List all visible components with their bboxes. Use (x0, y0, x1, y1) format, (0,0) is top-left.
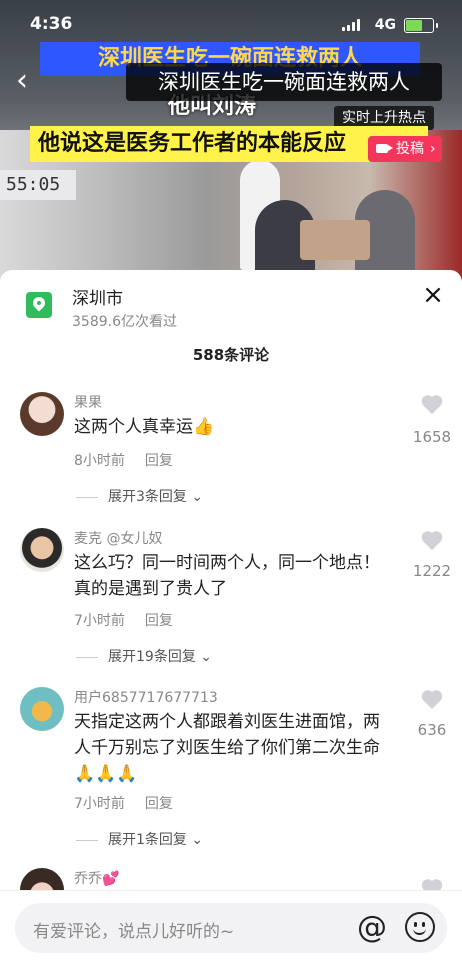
comment-input[interactable]: 有爱评论，说点儿好听的~ @ (15, 903, 447, 953)
like-count: 1658 (412, 428, 452, 446)
comment-username[interactable]: 用户6857717677713 (74, 687, 218, 707)
chevron-down-icon: ⌄ (186, 832, 204, 848)
expand-replies-label: 展开1条回复 (108, 832, 187, 848)
heart-icon[interactable] (421, 691, 443, 711)
comment-input-bar: 有爱评论，说点儿好听的~ @ (0, 890, 462, 973)
expand-replies[interactable]: 展开3条回复 ⌄ (76, 486, 203, 506)
comment-meta: 8小时前 回复 (74, 450, 173, 470)
comment-time: 7小时前 (74, 613, 125, 629)
network-type: 4G (374, 17, 396, 33)
comment-username[interactable]: 乔乔💕 (74, 868, 119, 888)
comment-username[interactable]: 果果 (74, 392, 102, 412)
expand-replies[interactable]: 展开19条回复 ⌄ (76, 646, 212, 666)
camera-icon (376, 144, 393, 153)
expand-replies-label: 展开19条回复 (108, 649, 196, 665)
battery-icon (404, 18, 438, 33)
emoji-icon[interactable] (405, 912, 435, 942)
post-button[interactable]: 投稿 › (368, 136, 442, 162)
like-count: 1222 (412, 562, 452, 580)
close-icon[interactable]: × (420, 282, 446, 308)
comment-time: 7小时前 (74, 796, 125, 812)
reply-button[interactable]: 回复 (145, 613, 173, 629)
status-bar: 4:36 4G (0, 0, 462, 44)
comment-meta: 7小时前 回复 (74, 610, 173, 630)
heart-icon[interactable] (421, 396, 443, 416)
back-icon[interactable]: ‹ (16, 64, 46, 98)
comment-text: 这么巧？同一时间两个人，同一个地点！真的是遇到了贵人了 (74, 553, 380, 599)
chevron-right-icon: › (430, 141, 436, 157)
comment-text: 天指定这两个人都跟着刘医生进面馆，两人千万别忘了刘医生给了你们第二次生命🙏🙏🙏 (74, 712, 380, 784)
expand-replies-label: 展开3条回复 (108, 489, 187, 505)
video-title: 深圳医生吃一碗面连救两人 (126, 63, 442, 101)
comment-count: 588条评论 (192, 346, 270, 364)
location-views: 3589.6亿次看过 (72, 314, 177, 330)
comment-username[interactable]: 麦克 @女儿奴 (74, 528, 162, 548)
chevron-down-icon: ⌄ (186, 489, 204, 505)
wall-clock: 55:05 (0, 170, 76, 200)
comment-text: 这两个人真幸运👍 (74, 417, 215, 437)
avatar[interactable] (20, 687, 64, 731)
heart-icon[interactable] (421, 532, 443, 552)
comment-panel: 深圳市 3589.6亿次看过 × 588条评论 果果 这两个人真幸运👍 8小时前… (0, 270, 462, 972)
location-name[interactable]: 深圳市 (72, 284, 123, 309)
signal-icon (342, 19, 364, 31)
comment-time: 8小时前 (74, 453, 125, 469)
reply-button[interactable]: 回复 (145, 796, 173, 812)
chevron-down-icon: ⌄ (195, 649, 213, 665)
expand-replies[interactable]: 展开1条回复 ⌄ (76, 829, 203, 849)
avatar[interactable] (20, 392, 64, 436)
location-icon[interactable] (26, 292, 52, 318)
video-player[interactable]: 55:05 4:36 4G 深圳医生吃一碗面连救两人 他叫刘涛 ‹ 深圳医生吃一… (0, 0, 462, 285)
like-count: 636 (417, 721, 447, 739)
avatar[interactable] (20, 528, 64, 572)
comment-meta: 7小时前 回复 (74, 793, 173, 813)
status-time: 4:36 (30, 14, 73, 34)
post-label: 投稿 (396, 141, 424, 157)
comment-placeholder: 有爱评论，说点儿好听的~ (33, 922, 235, 942)
reply-button[interactable]: 回复 (145, 453, 173, 469)
at-icon[interactable]: @ (357, 911, 387, 945)
